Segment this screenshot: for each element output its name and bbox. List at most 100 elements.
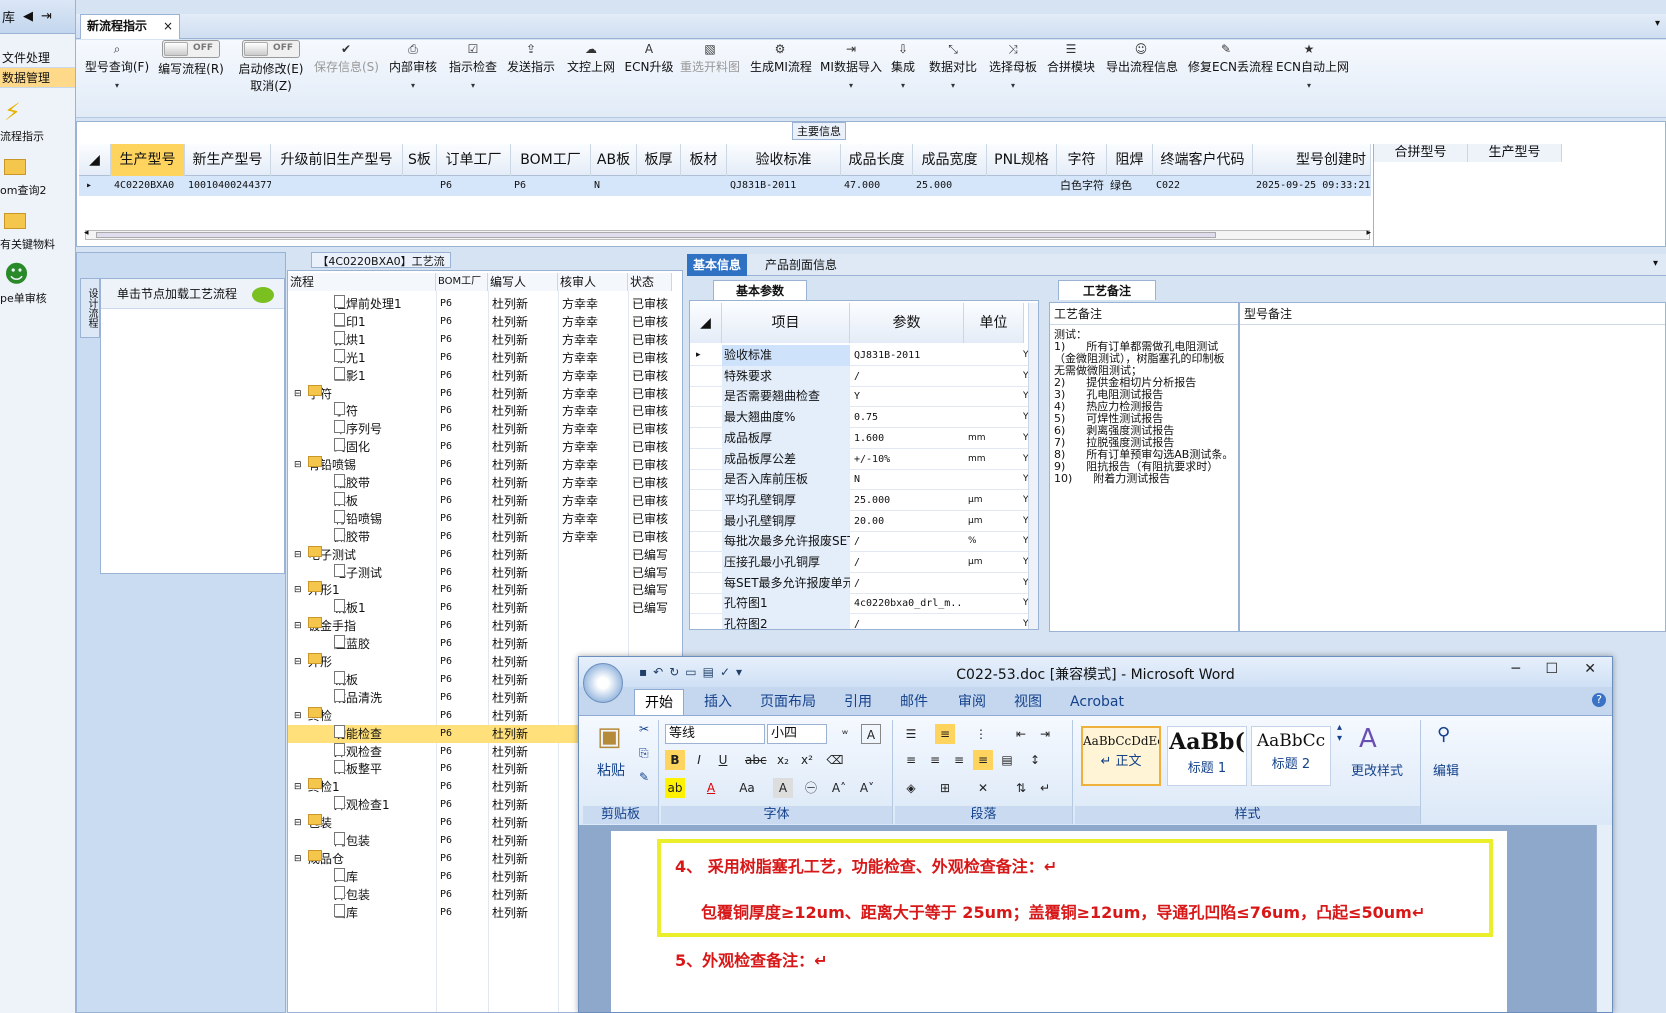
col-header[interactable]: 生产型号	[1468, 144, 1562, 162]
distributed-icon[interactable]: ▤	[997, 750, 1017, 770]
param-value[interactable]: /	[852, 573, 964, 594]
change-styles-icon[interactable]: A	[1359, 724, 1377, 754]
param-row[interactable]: 压接孔最小孔铜厚 / μm Y	[690, 552, 1030, 573]
integrate-button[interactable]: ⇩ 集成 ▾	[888, 40, 918, 90]
bold-icon[interactable]: B	[665, 750, 685, 770]
spelling-icon[interactable]: ✓	[720, 665, 736, 679]
col-header[interactable]: AB板	[591, 144, 637, 176]
underline-icon[interactable]: U	[713, 750, 733, 770]
multilevel-list-icon[interactable]: ⋮	[971, 724, 991, 744]
param-row[interactable]: 成品板厚 1.600 mm Y	[690, 427, 1030, 449]
binoculars-icon[interactable]: ⚲	[1437, 724, 1450, 745]
flow-tree-row[interactable]: ⊟ 电子测试 P6 杜列新 已编写	[288, 545, 668, 564]
save-info-button[interactable]: ✔ 保存信息(S)	[314, 40, 379, 75]
office-button[interactable]	[583, 663, 623, 703]
generate-mi-flow-button[interactable]: ⚙ 生成MI流程	[750, 40, 812, 75]
flow-tree-row[interactable]: 印序列号 P6 杜列新 方幸幸 已审核	[288, 420, 668, 438]
italic-icon[interactable]: I	[689, 750, 709, 770]
col-header[interactable]: 单位	[964, 303, 1024, 343]
tab-basic-params[interactable]: 基本参数	[713, 280, 807, 300]
tab-basic-info[interactable]: 基本信息	[687, 254, 748, 276]
model-query-button[interactable]: ⌕ 型号查询(F) ▾	[82, 40, 152, 90]
style-normal[interactable]: AaBbCcDdEe ↵ 正文	[1081, 726, 1161, 786]
print-preview-icon[interactable]: ▤	[703, 665, 720, 679]
flow-tree-row[interactable]: 压蓝胶 P6 杜列新	[288, 635, 668, 653]
scroll-left-icon[interactable]: ◂	[84, 228, 89, 238]
col-header[interactable]: 字符	[1057, 144, 1107, 176]
collapse-icon[interactable]: ⊟	[294, 617, 302, 635]
col-header[interactable]: 板材	[681, 144, 727, 176]
cell[interactable]: 绿色	[1107, 176, 1153, 196]
col-header[interactable]: 阻焊	[1107, 144, 1153, 176]
param-row[interactable]: 每批次最多允许报废SET /% Y	[690, 531, 1030, 553]
nav-tool-query[interactable]: om查询2	[0, 152, 75, 197]
param-value[interactable]: +/-10%	[852, 449, 964, 470]
font-color-icon[interactable]: A	[701, 778, 721, 798]
character-border-icon[interactable]: A	[861, 724, 881, 744]
flow-tree-row[interactable]: 曝光1 P6 杜列新 方幸幸 已审核	[288, 348, 668, 367]
doc-paragraph[interactable]: 5、外观检查备注：↵	[675, 947, 828, 971]
grow-font-icon[interactable]: A˄	[829, 778, 849, 798]
dropdown-arrow-icon[interactable]: ▾	[1276, 81, 1342, 90]
change-case-icon[interactable]: ʷ	[835, 724, 855, 744]
flow-tree-row[interactable]: 烘板 P6 杜列新 方幸幸 已审核	[288, 491, 668, 510]
col-header[interactable]: 成品长度	[841, 144, 913, 176]
instruction-check-button[interactable]: ☑ 指示检查 ▾	[448, 40, 498, 90]
ribbon-tab-mailings[interactable]: 邮件	[900, 689, 928, 715]
param-value[interactable]: /	[852, 552, 964, 573]
param-value[interactable]: 4c0220bxa0_drl_m...	[852, 593, 964, 614]
line-spacing-icon[interactable]: ↕	[1025, 750, 1045, 770]
toggle-switch[interactable]: OFF	[162, 40, 220, 58]
tab-process-notes[interactable]: 工艺备注	[1058, 280, 1156, 300]
save-icon[interactable]: ▪	[639, 665, 653, 679]
quick-access-toolbar[interactable]: ▪↶↻▭▤✓▾	[639, 665, 748, 685]
cell[interactable]: 2025-09-25 09:33:21	[1253, 176, 1371, 196]
increase-indent-icon[interactable]: ⇥	[1035, 724, 1055, 744]
param-value[interactable]: 20.00	[852, 511, 964, 532]
flow-tree-row[interactable]: 显影1 P6 杜列新 方幸幸 已审核	[288, 366, 668, 385]
doc-paragraph[interactable]: 包覆铜厚度≥12um、距离大于等于 25um；盖覆铜≥12um，导通孔凹陷≤76…	[701, 899, 1425, 923]
highlight-icon[interactable]: ab	[665, 778, 685, 798]
param-row[interactable]: 成品板厚公差 +/-10% mm Y	[690, 448, 1030, 470]
param-row[interactable]: 平均孔壁铜厚 25.000 μm Y	[690, 489, 1030, 511]
main-grid-row[interactable]: ▸ 4C0220BXA0 10010400244377 P6 P6 N QJ83…	[79, 176, 1371, 196]
param-row[interactable]: 最小孔壁铜厚 20.00 μm Y	[690, 510, 1030, 532]
collapse-icon[interactable]: ⊟	[294, 546, 302, 564]
justify-icon[interactable]: ≡	[973, 750, 993, 770]
col-header[interactable]: 合拼型号	[1374, 144, 1468, 162]
write-flow-toggle[interactable]: OFF 编写流程(R)	[156, 40, 226, 77]
param-value[interactable]: 25.000	[852, 490, 964, 511]
param-row[interactable]: ▸ 验收标准 QJ831B-2011 Y	[690, 345, 1030, 366]
cell[interactable]: P6	[511, 176, 591, 196]
chevron-down-icon[interactable]: ▾	[1655, 18, 1660, 29]
superscript-icon[interactable]: x²	[797, 750, 817, 770]
doc-paragraph[interactable]: 4、 采用树脂塞孔工艺，功能检查、外观检查备注：↵	[675, 853, 1057, 877]
mi-data-import-button[interactable]: ⇥ MI数据导入 ▾	[820, 40, 882, 90]
font-name-select[interactable]: 等线	[665, 724, 765, 744]
data-compare-button[interactable]: ⤡ 数据对比 ▾	[928, 40, 978, 90]
param-row[interactable]: 最大翘曲度% 0.75 Y	[690, 407, 1030, 429]
col-header[interactable]: BOM工厂	[511, 144, 591, 176]
col-header[interactable]: 项目	[722, 303, 850, 343]
dropdown-arrow-icon[interactable]: ▾	[928, 81, 978, 90]
style-heading-1[interactable]: AaBb( 标题 1	[1167, 726, 1247, 786]
show-marks-icon[interactable]: ↵	[1035, 778, 1055, 798]
col-header[interactable]: 板厚	[637, 144, 681, 176]
font-size-select[interactable]: 小四	[767, 724, 827, 744]
tab-new-flow[interactable]: 新流程指示 ×	[80, 14, 180, 39]
format-painter-icon[interactable]: ✎	[639, 770, 649, 784]
nav-tool-material[interactable]: 有关键物料	[0, 206, 75, 251]
param-row[interactable]: 是否入库前压板 N Y	[690, 469, 1030, 491]
flow-tree-row[interactable]: 电子测试 P6 杜列新 已编写	[288, 563, 668, 582]
flow-tree-row[interactable]: 字符 P6 杜列新 方幸幸 已审核	[288, 402, 668, 420]
flow-tree-row[interactable]: 阻焊前处理1 P6 杜列新 方幸幸 已审核	[288, 295, 668, 313]
collapse-icon[interactable]: ⊟	[294, 581, 302, 599]
cell[interactable]: 10010400244377	[185, 176, 271, 196]
merge-module-button[interactable]: ☰ 合拼模块	[1046, 40, 1096, 75]
ecn-auto-online-button[interactable]: ★ ECN自动上网 ▾	[1276, 40, 1349, 90]
fix-ecn-flow-button[interactable]: ✎ 修复ECN丢流程	[1188, 40, 1273, 75]
horizontal-scrollbar[interactable]: ◂ ▸	[84, 228, 1371, 240]
flow-tree-row[interactable]: ⊟ 外形1 P6 杜列新 已编写	[288, 581, 668, 599]
subscript-icon[interactable]: x₂	[773, 750, 793, 770]
shading-icon[interactable]: ◈	[901, 778, 921, 798]
